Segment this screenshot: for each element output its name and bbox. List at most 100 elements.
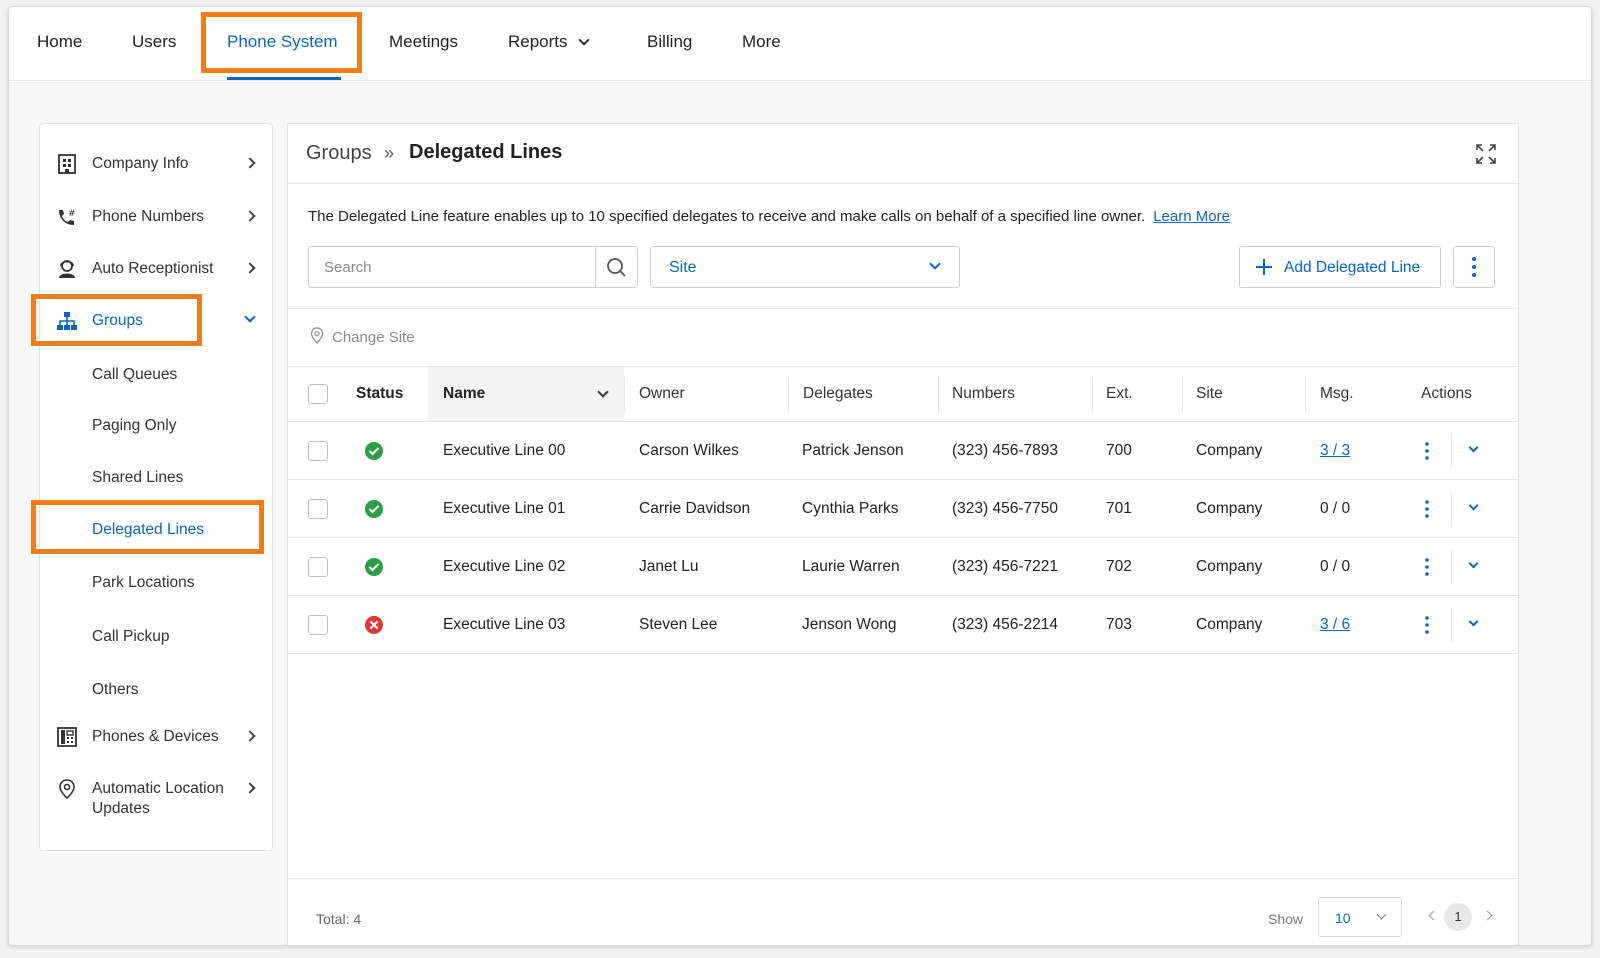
total-count: Total: 4 xyxy=(316,911,362,927)
cell-numbers: (323) 456-7221 xyxy=(952,558,1058,575)
nav-billing[interactable]: Billing xyxy=(647,32,692,52)
cell-msg-link[interactable]: 3 / 3 xyxy=(1320,442,1350,460)
org-chart-icon xyxy=(57,312,77,330)
cell-msg: 0 / 0 xyxy=(1320,500,1351,517)
nav-meetings[interactable]: Meetings xyxy=(389,32,458,52)
row-checkbox[interactable] xyxy=(308,615,328,635)
description-text: The Delegated Line feature enables up to… xyxy=(308,208,1146,225)
change-site-label: Change Site xyxy=(332,329,415,346)
sidebar-sub-call-queues[interactable]: Call Queues xyxy=(92,366,177,384)
table-row: Executive Line 02 Janet Lu Laurie Warren… xyxy=(288,538,1518,596)
sidebar-item-phone-numbers[interactable]: # Phone Numbers xyxy=(40,200,272,234)
select-all-checkbox[interactable] xyxy=(308,384,328,404)
sidebar-sub-park-locations[interactable]: Park Locations xyxy=(92,574,195,592)
column-divider xyxy=(1092,377,1093,413)
nav-reports[interactable]: Reports xyxy=(508,32,590,52)
sidebar-sub-call-pickup[interactable]: Call Pickup xyxy=(92,628,170,646)
desk-phone-icon xyxy=(57,727,77,747)
expand-row-chevron-icon[interactable] xyxy=(1468,442,1479,453)
cell-numbers: (323) 456-7893 xyxy=(952,442,1058,459)
header-owner: Owner xyxy=(639,385,685,402)
breadcrumb-groups[interactable]: Groups xyxy=(306,142,372,165)
sidebar-item-automatic-location-updates[interactable]: Automatic Location Updates xyxy=(40,772,272,820)
sidebar-sub-delegated-lines[interactable]: Delegated Lines xyxy=(92,521,204,539)
nav-reports-label: Reports xyxy=(508,32,568,51)
expand-row-chevron-icon[interactable] xyxy=(1468,500,1479,511)
row-checkbox[interactable] xyxy=(308,557,328,577)
sidebar-sub-shared-lines[interactable]: Shared Lines xyxy=(92,469,183,487)
action-divider xyxy=(1451,434,1452,468)
nav-more[interactable]: More xyxy=(742,32,781,52)
page-size-select[interactable]: 10 xyxy=(1318,897,1402,937)
expand-icon[interactable] xyxy=(1474,142,1498,166)
expand-row-chevron-icon[interactable] xyxy=(1468,616,1479,627)
chevron-right-icon xyxy=(244,782,256,794)
page-title: Delegated Lines xyxy=(409,141,563,163)
row-kebab-icon[interactable] xyxy=(1422,498,1432,520)
row-kebab-icon[interactable] xyxy=(1422,556,1432,578)
expand-row-chevron-icon[interactable] xyxy=(1468,558,1479,569)
nav-phone-system[interactable]: Phone System xyxy=(227,32,338,52)
more-options-button[interactable] xyxy=(1453,246,1495,288)
row-checkbox[interactable] xyxy=(308,441,328,461)
search-button[interactable] xyxy=(595,247,637,287)
nav-home[interactable]: Home xyxy=(37,32,82,52)
chevron-down-icon xyxy=(244,311,256,323)
cell-ext: 702 xyxy=(1106,558,1132,575)
chevron-right-icon xyxy=(244,157,256,169)
sidebar-item-label: Company Info xyxy=(92,155,189,172)
prev-page-icon[interactable] xyxy=(1428,910,1439,921)
top-nav: Home Users Phone System Meetings Reports… xyxy=(9,7,1591,81)
header-name[interactable]: Name xyxy=(443,385,485,403)
location-pin-icon xyxy=(59,779,75,800)
main-panel: Groups » Delegated Lines The Delegated L… xyxy=(287,123,1519,945)
cell-site: Company xyxy=(1196,616,1263,633)
cell-site: Company xyxy=(1196,500,1263,517)
sidebar-item-phones-devices[interactable]: Phones & Devices xyxy=(40,720,272,754)
sidebar-item-groups[interactable]: Groups xyxy=(40,304,272,338)
row-kebab-icon[interactable] xyxy=(1422,614,1432,636)
header-delegates: Delegates xyxy=(803,385,873,402)
column-divider xyxy=(624,377,625,413)
add-button-label: Add Delegated Line xyxy=(1284,259,1421,276)
cell-ext: 703 xyxy=(1106,616,1132,633)
row-checkbox[interactable] xyxy=(308,499,328,519)
cell-name: Executive Line 03 xyxy=(443,616,566,633)
cell-owner: Janet Lu xyxy=(639,558,699,575)
cell-delegates: Patrick Jenson xyxy=(802,442,904,459)
next-page-icon[interactable] xyxy=(1482,910,1493,921)
cell-owner: Carson Wilkes xyxy=(639,442,739,459)
cell-owner: Carrie Davidson xyxy=(639,500,751,517)
cell-name: Executive Line 01 xyxy=(443,500,566,517)
cell-ext: 700 xyxy=(1106,442,1132,459)
sidebar-sub-paging-only[interactable]: Paging Only xyxy=(92,417,176,435)
sidebar-item-label: Phones & Devices xyxy=(92,728,219,745)
app-window: Home Users Phone System Meetings Reports… xyxy=(8,6,1592,946)
status-ok-icon xyxy=(365,558,383,576)
panel-header: Groups » Delegated Lines xyxy=(288,124,1518,184)
nav-users[interactable]: Users xyxy=(132,32,176,52)
page-size-value: 10 xyxy=(1335,910,1351,926)
sidebar-item-company-info[interactable]: Company Info xyxy=(40,147,272,181)
search-box xyxy=(308,246,638,288)
current-page-button[interactable]: 1 xyxy=(1444,903,1472,931)
header-numbers: Numbers xyxy=(952,385,1015,402)
cell-msg-link[interactable]: 3 / 6 xyxy=(1320,616,1350,634)
chevron-right-icon xyxy=(244,210,256,222)
add-delegated-line-button[interactable]: Add Delegated Line xyxy=(1239,246,1441,288)
sidebar-item-auto-receptionist[interactable]: Auto Receptionist xyxy=(40,252,272,286)
cell-delegates: Jenson Wong xyxy=(802,616,897,633)
sidebar: Company Info # Phone Numbers Auto Recept… xyxy=(39,123,273,851)
search-input[interactable] xyxy=(309,247,597,287)
learn-more-link[interactable]: Learn More xyxy=(1153,208,1230,225)
active-tab-underline xyxy=(227,77,341,80)
svg-text:#: # xyxy=(68,209,76,219)
search-icon xyxy=(607,258,626,277)
change-site-button[interactable]: Change Site xyxy=(310,327,415,346)
sidebar-sub-others[interactable]: Others xyxy=(92,681,139,699)
site-dropdown[interactable]: Site xyxy=(650,246,960,288)
row-kebab-icon[interactable] xyxy=(1422,440,1432,462)
cell-delegates: Cynthia Parks xyxy=(802,500,899,517)
action-divider xyxy=(1451,492,1452,526)
cell-site: Company xyxy=(1196,442,1263,459)
